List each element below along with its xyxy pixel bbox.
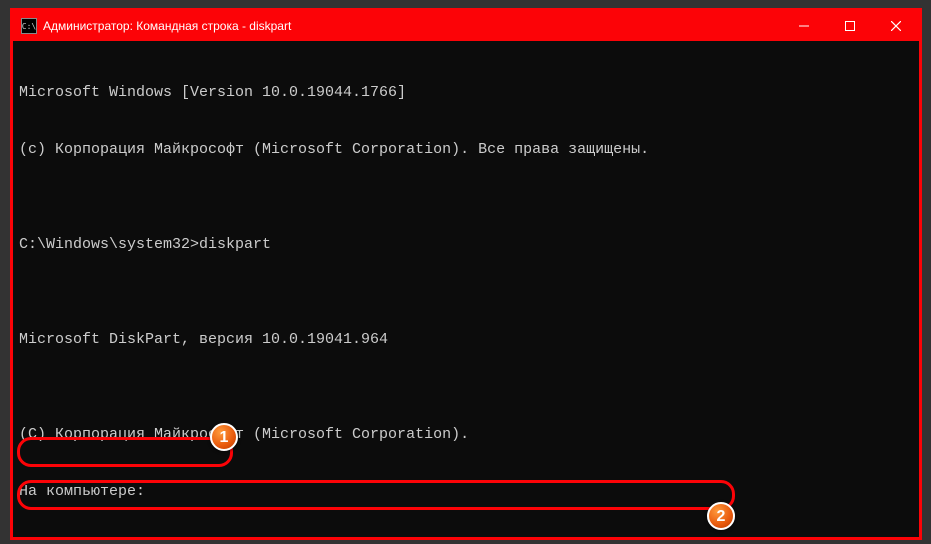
terminal-line: C:\Windows\system32>diskpart <box>19 235 913 254</box>
maximize-icon <box>845 21 855 31</box>
close-button[interactable] <box>873 11 919 41</box>
terminal-line: На компьютере: <box>19 482 913 501</box>
terminal-line: Microsoft DiskPart, версия 10.0.19041.96… <box>19 330 913 349</box>
window-title: Администратор: Командная строка - diskpa… <box>43 19 291 33</box>
terminal-line: Microsoft Windows [Version 10.0.19044.17… <box>19 83 913 102</box>
terminal-body[interactable]: Microsoft Windows [Version 10.0.19044.17… <box>13 41 919 537</box>
minimize-icon <box>799 21 809 31</box>
maximize-button[interactable] <box>827 11 873 41</box>
close-icon <box>891 21 901 31</box>
terminal-line: (C) Корпорация Майкрософт (Microsoft Cor… <box>19 425 913 444</box>
cmd-window: C:\ Администратор: Командная строка - di… <box>10 8 922 540</box>
minimize-button[interactable] <box>781 11 827 41</box>
annotation-badge-2: 2 <box>707 502 735 530</box>
terminal-line: (c) Корпорация Майкрософт (Microsoft Cor… <box>19 140 913 159</box>
cmd-icon: C:\ <box>21 18 37 34</box>
titlebar[interactable]: C:\ Администратор: Командная строка - di… <box>13 11 919 41</box>
